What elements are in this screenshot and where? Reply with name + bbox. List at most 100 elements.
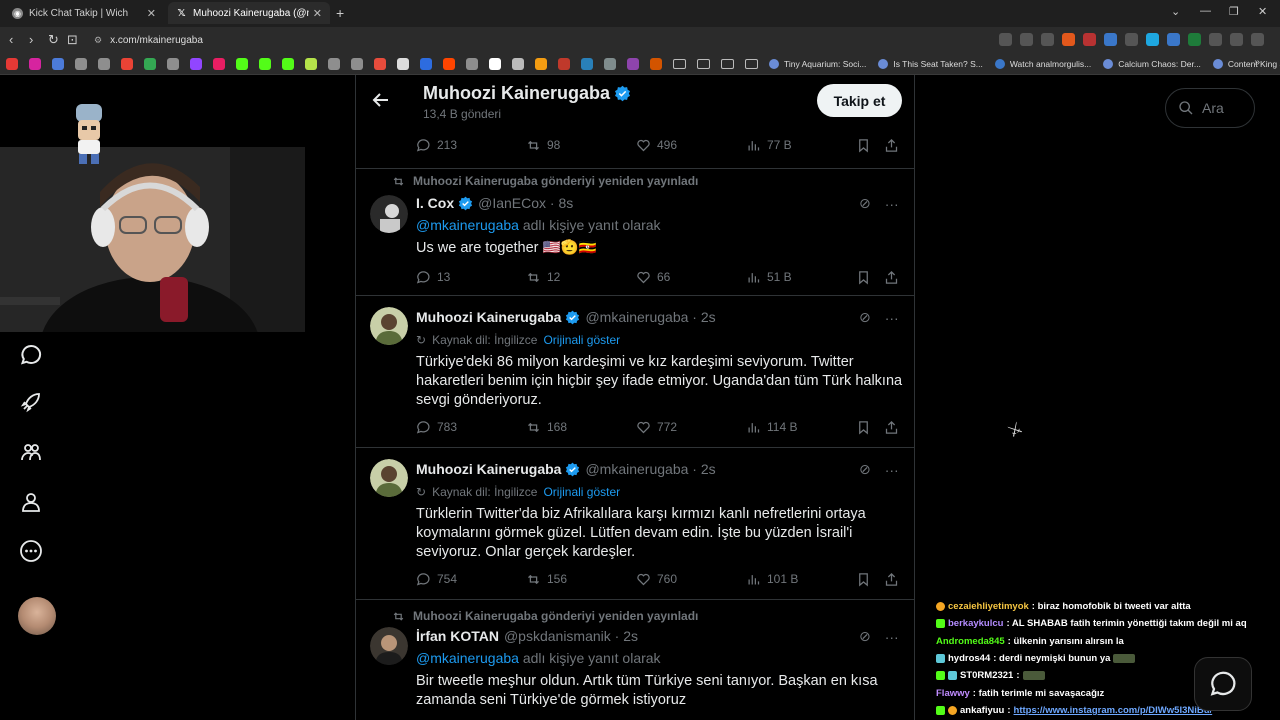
bookmark-button[interactable] (856, 270, 871, 285)
extension-icon[interactable] (1125, 33, 1138, 46)
bookmark-icon[interactable] (305, 57, 317, 70)
tab-list-chevron-icon[interactable]: ⌄ (1171, 5, 1180, 18)
youtube-icon[interactable] (6, 57, 18, 70)
extension-icon[interactable] (1146, 33, 1159, 46)
puzzle-icon[interactable] (1209, 33, 1222, 46)
kick-icon[interactable] (259, 57, 271, 70)
bookmark-icon[interactable] (581, 57, 593, 70)
views-button[interactable]: 101 B (746, 572, 798, 587)
close-tab-icon[interactable]: ✕ (313, 7, 322, 20)
author-handle[interactable]: @IanECox · 8s (478, 195, 573, 211)
brave-shield-icon[interactable] (1062, 33, 1075, 46)
grok-icon[interactable]: ⊘ (859, 309, 871, 326)
gmail-icon[interactable] (121, 57, 133, 70)
extension-icon[interactable] (1188, 33, 1201, 46)
communities-icon[interactable] (18, 439, 44, 465)
bookmark-link[interactable]: Watch analmorgulis... (994, 58, 1091, 69)
restore-button[interactable]: ❐ (1229, 5, 1239, 18)
more-bookmarks-icon[interactable]: » (1254, 57, 1260, 68)
more-icon[interactable]: ··· (885, 310, 899, 326)
like-button[interactable]: 760 (636, 572, 677, 587)
views-button[interactable]: 51 B (746, 270, 792, 285)
bookmark-icon[interactable] (535, 57, 547, 70)
share-button[interactable] (884, 420, 899, 435)
bookmark-link[interactable]: Tiny Aquarium: Soci... (769, 58, 866, 69)
retweet-button[interactable]: 156 (526, 572, 567, 587)
messages-icon[interactable] (18, 342, 44, 368)
more-icon[interactable]: ··· (885, 629, 899, 645)
author-handle[interactable]: @pskdanismanik · 2s (504, 628, 638, 644)
tweet[interactable]: Muhoozi Kainerugaba @mkainerugaba · 2s ⊘… (356, 296, 914, 448)
grok-icon[interactable]: ⊘ (859, 628, 871, 645)
forward-icon[interactable]: › (29, 32, 33, 47)
tweet[interactable]: Muhoozi Kainerugaba gönderiyi yeniden ya… (356, 600, 914, 720)
views-button[interactable]: 77 B (746, 138, 792, 153)
user-avatar[interactable] (370, 627, 408, 665)
back-arrow-icon[interactable] (372, 91, 390, 114)
close-tab-icon[interactable]: ✕ (147, 7, 156, 20)
grok-icon[interactable]: ⊘ (859, 195, 871, 212)
user-avatar[interactable] (370, 459, 408, 497)
bookmark-link[interactable]: Is This Seat Taken? S... (878, 58, 983, 69)
bookmark-button[interactable] (856, 572, 871, 587)
back-icon[interactable]: ‹ (9, 32, 13, 47)
bookmark-icon[interactable] (466, 57, 478, 70)
mention-link[interactable]: @mkainerugaba (416, 650, 519, 666)
more-icon[interactable]: ··· (885, 462, 899, 478)
share-button[interactable] (884, 572, 899, 587)
more-icon[interactable]: ··· (885, 196, 899, 212)
bookmark-button[interactable] (856, 138, 871, 153)
like-button[interactable]: 772 (636, 420, 677, 435)
more-options-icon[interactable] (18, 538, 44, 564)
show-original-link[interactable]: Orijinali göster (543, 485, 620, 499)
share-icon[interactable] (1041, 33, 1054, 46)
user-avatar[interactable] (370, 195, 408, 233)
site-settings-icon[interactable]: ⚙ (94, 35, 102, 46)
folder-icon[interactable] (721, 58, 734, 69)
bookmark-icon[interactable] (627, 57, 639, 70)
sidebar-icon[interactable] (1230, 33, 1243, 46)
chat-link[interactable]: https://www.instagram.com/p/DIWw5I3NiBu/ (1014, 705, 1213, 716)
extension-icon[interactable] (1083, 33, 1096, 46)
rocket-icon[interactable] (18, 389, 44, 415)
views-button[interactable]: 114 B (746, 420, 797, 435)
account-avatar[interactable] (18, 597, 56, 635)
folder-icon[interactable] (745, 58, 758, 69)
reply-button[interactable]: 783 (416, 420, 457, 435)
author-name[interactable]: Muhoozi Kainerugaba (416, 461, 561, 477)
author-name[interactable]: Muhoozi Kainerugaba (416, 309, 561, 325)
bookmark-icon[interactable] (420, 57, 432, 70)
grok-icon[interactable]: ⊘ (859, 461, 871, 478)
messages-drawer-button[interactable] (1194, 657, 1252, 711)
folder-icon[interactable] (697, 58, 710, 69)
bookmark-button[interactable] (856, 420, 871, 435)
bookmark-icon[interactable] (351, 57, 363, 70)
like-button[interactable]: 66 (636, 270, 670, 285)
new-tab-button[interactable]: + (336, 5, 344, 21)
drive-icon[interactable] (144, 57, 156, 70)
bookmark-icon[interactable] (650, 57, 662, 70)
bookmark-icon[interactable] (75, 57, 87, 70)
zoom-icon[interactable] (1020, 33, 1033, 46)
instagram-icon[interactable] (29, 57, 41, 70)
reddit-icon[interactable] (443, 57, 455, 70)
bookmark-icon[interactable] (489, 57, 501, 70)
retweet-button[interactable]: 12 (526, 270, 560, 285)
bookmark-icon[interactable] (98, 57, 110, 70)
bookmark-icon[interactable] (512, 57, 524, 70)
bookmark-icon[interactable]: ⊡ (67, 32, 78, 48)
retweet-button[interactable]: 98 (526, 138, 560, 153)
author-name[interactable]: İrfan KOTAN (416, 628, 499, 644)
bookmark-icon[interactable] (213, 57, 225, 70)
extension-icon[interactable] (1167, 33, 1180, 46)
author-name[interactable]: I. Cox (416, 195, 454, 211)
share-button[interactable] (884, 270, 899, 285)
bookmark-icon[interactable] (52, 57, 64, 70)
kick-icon[interactable] (282, 57, 294, 70)
bookmark-icon[interactable] (328, 57, 340, 70)
kick-icon[interactable] (236, 57, 248, 70)
retweet-button[interactable]: 168 (526, 420, 567, 435)
bookmark-icon[interactable] (167, 57, 179, 70)
twitch-icon[interactable] (190, 57, 202, 70)
extension-icon[interactable] (1104, 33, 1117, 46)
